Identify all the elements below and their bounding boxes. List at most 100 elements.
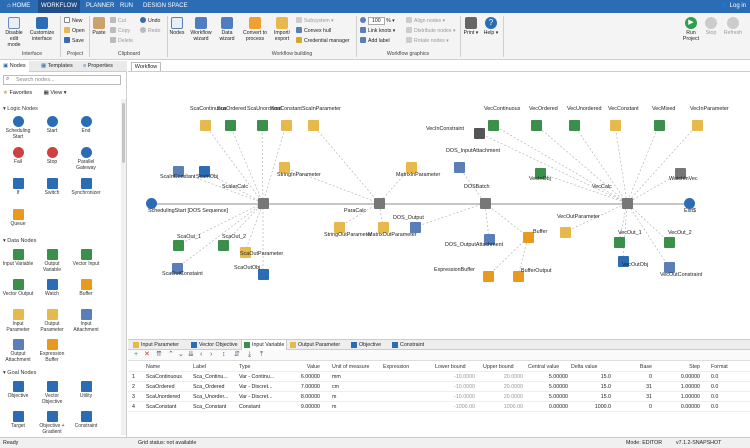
scrollbar-thumb[interactable] <box>122 103 125 163</box>
move-left-icon[interactable]: ‹ <box>200 351 202 359</box>
data-link[interactable] <box>484 202 529 238</box>
palette-node-switch[interactable]: Switch <box>36 178 68 197</box>
favorites-button[interactable]: ★ Favorites <box>3 90 32 96</box>
tab-planner[interactable]: PLANNER <box>83 0 117 13</box>
table-cell[interactable]: -10.0000 <box>435 372 475 382</box>
table-cell[interactable]: m <box>332 392 372 402</box>
palette-node-vector-output[interactable]: Vector Output <box>2 279 34 298</box>
column-header[interactable]: Format <box>711 362 741 372</box>
table-cell[interactable]: Var - Discret... <box>239 392 285 402</box>
table-cell[interactable]: 1.00000 <box>668 392 700 402</box>
workflow-node-vecconstant[interactable] <box>610 120 621 131</box>
palette-node-output-variable[interactable]: Output Variable <box>36 249 68 273</box>
section-data-nodes[interactable]: ▾ Data Nodes <box>3 238 36 244</box>
table-cell[interactable]: 1.00000 <box>668 382 700 392</box>
table-cell[interactable]: -10.0000 <box>435 382 475 392</box>
section-goal-nodes[interactable]: ▾ Goal Nodes <box>3 370 36 376</box>
move-bottom-icon[interactable]: ⇊ <box>188 351 194 359</box>
data-link[interactable] <box>261 124 264 204</box>
subsystem-button[interactable]: Subsystem ▾ <box>296 17 334 25</box>
workflow-node-veccalc[interactable] <box>622 198 633 209</box>
palette-node-objective-gradient[interactable]: Objective + Gradient <box>36 411 68 435</box>
table-cell[interactable]: 20.0000 <box>483 392 523 402</box>
palette-node-output-parameter[interactable]: Output Parameter <box>36 309 68 333</box>
palette-node-input-attachment[interactable]: Input Attachment <box>70 309 102 333</box>
workflow-node-vecinconstraint[interactable] <box>474 128 485 139</box>
data-link[interactable] <box>626 124 660 204</box>
table-cell[interactable]: Sca_Continu... <box>193 372 237 382</box>
column-header[interactable]: Type <box>239 362 279 372</box>
data-link[interactable] <box>535 124 628 204</box>
data-link[interactable] <box>229 124 264 204</box>
column-header[interactable]: Value <box>288 362 320 372</box>
palette-node-vector-objective[interactable]: Vector Objective <box>36 381 68 405</box>
table-cell[interactable]: ScaUnordered <box>146 392 190 402</box>
column-header[interactable]: Name <box>146 362 186 372</box>
convert-to-process-button[interactable]: Convert to process <box>241 17 269 42</box>
workflow-node-scalarcalc[interactable] <box>258 198 269 209</box>
table-cell[interactable]: 7.00000 <box>288 382 320 392</box>
workflow-node-vecinparameter[interactable] <box>692 120 703 131</box>
workflow-node-scaconstant[interactable] <box>281 120 292 131</box>
rotate-nodes-button[interactable]: Rotate nodes ▾ <box>406 37 449 45</box>
table-cell[interactable]: 6.00000 <box>288 372 320 382</box>
data-link[interactable] <box>614 124 628 204</box>
import-export-button[interactable]: Import/ export <box>271 17 293 42</box>
workflow-node-scaunordered[interactable] <box>257 120 268 131</box>
table-cell[interactable]: 0.0 <box>711 402 741 412</box>
link-knots-button[interactable]: Link knots ▾ <box>360 27 395 35</box>
table-cell[interactable]: 1000.0 <box>571 402 611 412</box>
add-row-icon[interactable]: + <box>134 351 138 359</box>
table-cell[interactable]: Var - Continu... <box>239 372 285 382</box>
table-cell[interactable]: 15.0 <box>571 372 611 382</box>
palette-node-end[interactable]: End <box>70 116 102 135</box>
table-cell[interactable]: Sca_Unorder... <box>193 392 237 402</box>
move-right-icon[interactable]: › <box>210 351 212 359</box>
palette-scrollbar[interactable] <box>121 99 126 435</box>
table-cell[interactable]: 9.00000 <box>288 402 320 412</box>
palette-node-scheduling-start[interactable]: Scheduling Start <box>2 116 34 140</box>
table-cell[interactable]: 31 <box>622 382 652 392</box>
nodes-button[interactable]: Nodes <box>169 17 185 36</box>
move-down-icon[interactable]: ⌄ <box>178 351 184 359</box>
palette-node-start[interactable]: Start <box>36 116 68 135</box>
tab-workflow[interactable]: WORKFLOW <box>38 0 80 13</box>
table-cell[interactable]: 0 <box>622 372 652 382</box>
table-row[interactable]: 2 ScaOrdered Sca_Ordered Var - Discret... 7.… <box>128 382 750 392</box>
workflow-node-veccontinuous[interactable] <box>488 120 499 131</box>
table-row[interactable]: 3 ScaUnordered Sca_Unorder... Var - Discret… <box>128 392 750 402</box>
save-button[interactable]: Save <box>64 37 84 45</box>
column-header[interactable]: Lower bound <box>435 362 475 372</box>
tab-input-parameter[interactable]: Input Parameter <box>131 340 181 350</box>
table-cell[interactable]: Constant <box>239 402 285 412</box>
table-cell[interactable]: 5.00000 <box>528 392 568 402</box>
move-top-icon[interactable]: ⇈ <box>156 351 162 359</box>
column-header[interactable]: Central value <box>528 362 568 372</box>
node-search-input[interactable]: Search nodes... <box>3 75 121 85</box>
palette-node-utility[interactable]: Utility <box>70 381 102 400</box>
table-cell[interactable]: 0.00000 <box>668 402 700 412</box>
distribute-nodes-button[interactable]: Distribute nodes ▾ <box>406 27 456 35</box>
data-link[interactable] <box>414 202 486 228</box>
palette-node-vector-input[interactable]: Vector Input <box>70 249 102 268</box>
table-cell[interactable]: 0 <box>622 402 652 412</box>
tab-constraint[interactable]: Constraint <box>390 340 426 350</box>
workflow-node-scaout-2[interactable] <box>218 240 229 251</box>
redo-button[interactable]: Redo <box>140 27 160 35</box>
column-header[interactable]: Expression <box>383 362 423 372</box>
workflow-node-vecoutparameter[interactable] <box>560 227 571 238</box>
sort-descending-icon[interactable]: ⇵ <box>234 351 240 359</box>
column-header[interactable]: Base <box>622 362 652 372</box>
delete-button[interactable]: Delete <box>110 37 133 45</box>
stop-button[interactable]: Stop <box>703 17 719 36</box>
workflow-node-scaordered[interactable] <box>225 120 236 131</box>
column-header[interactable]: Upper bound <box>483 362 523 372</box>
workflow-editor-tab[interactable]: Workflow <box>131 62 161 71</box>
workflow-node-dosbatch[interactable] <box>480 198 491 209</box>
table-cell[interactable]: Sca_Constant <box>193 402 237 412</box>
palette-node-expression-buffer[interactable]: Expression Buffer <box>36 339 68 363</box>
table-cell[interactable]: m <box>332 402 372 412</box>
table-cell[interactable]: mm <box>332 372 372 382</box>
remove-row-icon[interactable]: ✕ <box>144 351 150 359</box>
palette-node-output-attachment[interactable]: Output Attachment <box>2 339 34 363</box>
